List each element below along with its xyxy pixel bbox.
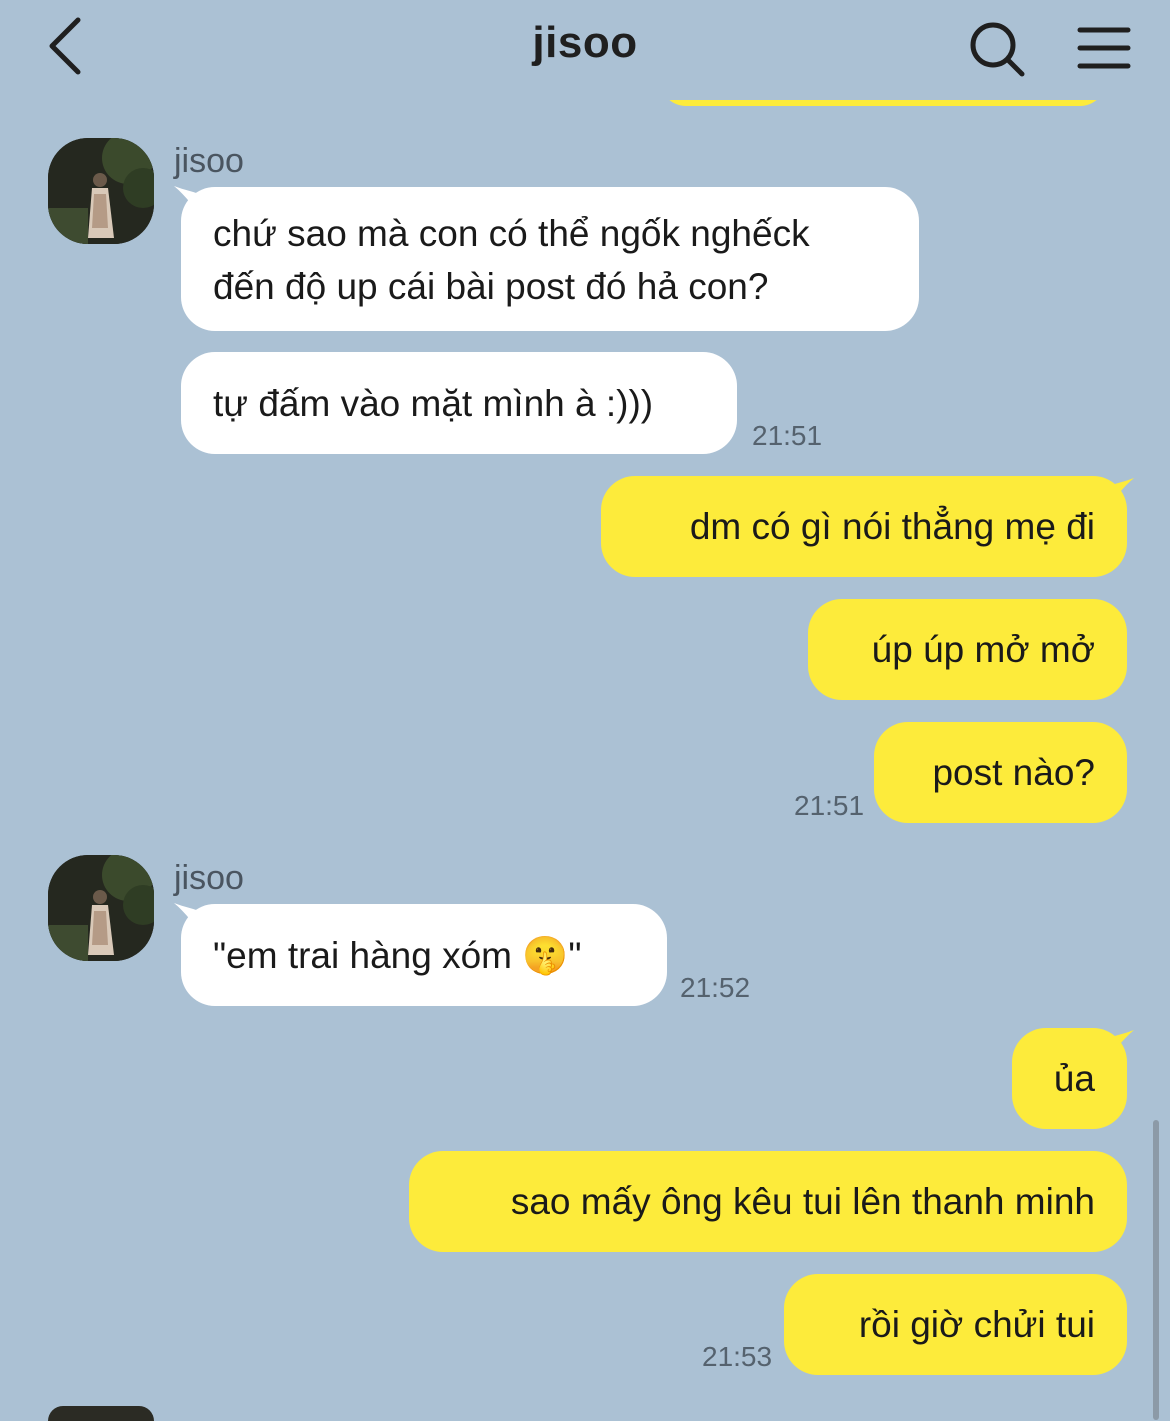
chat-header: jisoo	[0, 0, 1170, 100]
hamburger-menu-icon[interactable]	[1076, 24, 1132, 72]
sender-name: jisoo	[174, 859, 244, 897]
outgoing-message-bubble[interactable]: dm có gì nói thẳng mẹ đi	[601, 476, 1127, 577]
message-text: úp úp mở mở	[871, 629, 1095, 670]
sender-name: jisoo	[174, 142, 244, 180]
message-text: rồi giờ chửi tui	[858, 1304, 1095, 1345]
message-text: post nào?	[932, 752, 1095, 793]
message-text-line: chứ sao mà con có thể ngốk nghếck	[213, 213, 810, 254]
incoming-message-bubble[interactable]: chứ sao mà con có thể ngốk nghếck đến độ…	[181, 187, 919, 331]
message-text: tự đấm vào mặt mình à :)))	[213, 382, 654, 424]
message-timestamp: 21:51	[752, 420, 823, 451]
avatar[interactable]	[48, 138, 154, 244]
message-text: dm có gì nói thẳng mẹ đi	[689, 506, 1095, 547]
outgoing-message-bubble[interactable]: sao mấy ông kêu tui lên thanh minh	[409, 1151, 1127, 1252]
outgoing-message-bubble[interactable]: post nào?	[874, 722, 1127, 823]
message-text: "em trai hàng xóm 🤫"	[213, 934, 582, 976]
message-timestamp: 21:51	[794, 790, 865, 821]
outgoing-message-bubble[interactable]: úp úp mở mở	[808, 599, 1127, 700]
scrollbar[interactable]	[1153, 1120, 1159, 1420]
outgoing-message-bubble[interactable]: rồi giờ chửi tui	[784, 1274, 1127, 1375]
avatar[interactable]	[48, 855, 154, 961]
message-timestamp: 21:53	[702, 1341, 773, 1372]
incoming-message-bubble[interactable]: tự đấm vào mặt mình à :)))	[181, 352, 737, 454]
search-icon[interactable]	[966, 18, 1028, 80]
outgoing-message-bubble[interactable]: ủa	[1012, 1028, 1127, 1129]
message-text: sao mấy ông kêu tui lên thanh minh	[510, 1181, 1095, 1222]
avatar-photo	[48, 855, 154, 961]
avatar-partial[interactable]	[48, 1406, 154, 1421]
incoming-message-bubble[interactable]: "em trai hàng xóm 🤫"	[181, 904, 667, 1006]
avatar-photo	[48, 138, 154, 244]
message-text: ủa	[1053, 1058, 1095, 1099]
message-text-line: đến độ up cái bài post đó hả con?	[213, 266, 769, 307]
message-timestamp: 21:52	[680, 972, 751, 1003]
